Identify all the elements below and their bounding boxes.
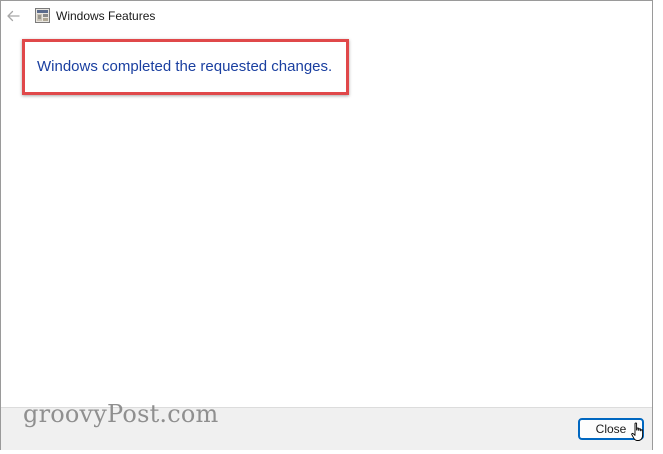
window-title: Windows Features [56, 9, 156, 23]
status-message: Windows completed the requested changes. [37, 58, 333, 75]
arrow-left-icon [7, 10, 20, 22]
title-bar: Windows Features [1, 1, 652, 33]
windows-features-dialog: Windows Features Windows completed the r… [0, 0, 653, 450]
windows-features-icon [35, 8, 50, 23]
back-button[interactable] [4, 6, 22, 26]
close-button[interactable]: Close [578, 418, 644, 440]
watermark: groovyPost.com [23, 400, 219, 428]
